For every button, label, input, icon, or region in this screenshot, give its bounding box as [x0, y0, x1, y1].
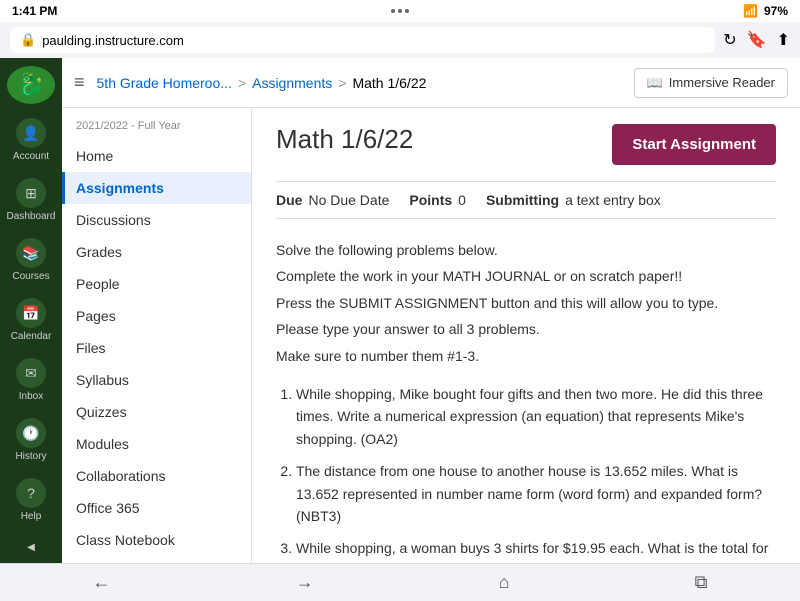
sidebar-item-discussions[interactable]: Discussions — [62, 204, 251, 236]
calendar-icon: 📅 — [16, 298, 46, 328]
sidebar-item-assignments[interactable]: Assignments — [62, 172, 251, 204]
points-item: Points 0 — [409, 192, 466, 208]
problems-list: While shopping, Mike bought four gifts a… — [276, 383, 776, 563]
sidebar-collapse-button[interactable]: ◀ — [0, 532, 62, 563]
sidebar-item-collaborations[interactable]: Collaborations — [62, 460, 251, 492]
breadcrumb-assignments: Assignments — [252, 75, 332, 91]
problem-1: While shopping, Mike bought four gifts a… — [296, 383, 776, 450]
sidebar-item-brainpop[interactable]: BrainPOP — [62, 556, 251, 563]
time-display: 1:41 PM — [12, 4, 57, 18]
points-label: Points — [409, 192, 452, 208]
desc-line-3: Press the SUBMIT ASSIGNMENT button and t… — [276, 292, 776, 314]
immersive-reader-icon: 📖 — [647, 75, 663, 91]
breadcrumb-sep1: > — [238, 75, 246, 91]
bottom-nav: ← → ⌂ ⧉ — [0, 563, 800, 601]
desc-line-2: Complete the work in your MATH JOURNAL o… — [276, 265, 776, 287]
start-assignment-button[interactable]: Start Assignment — [612, 124, 776, 165]
sidebar-item-office365[interactable]: Office 365 — [62, 492, 251, 524]
collapse-icon: ◀ — [27, 542, 35, 553]
tabs-button[interactable]: ⧉ — [675, 568, 728, 597]
sidebar-item-dashboard[interactable]: ⊞ Dashboard — [0, 172, 62, 228]
due-date-item: Due No Due Date — [276, 192, 389, 208]
sidebar-item-quizzes[interactable]: Quizzes — [62, 396, 251, 428]
share-icon[interactable]: ⬆ — [777, 30, 790, 50]
desc-line-4: Please type your answer to all 3 problem… — [276, 318, 776, 340]
desc-line-1: Solve the following problems below. — [276, 239, 776, 261]
home-button[interactable]: ⌂ — [479, 568, 530, 597]
breadcrumb-sep2: > — [338, 75, 346, 91]
sidebar-item-modules[interactable]: Modules — [62, 428, 251, 460]
sidebar-item-help[interactable]: ? Help — [0, 472, 62, 528]
year-label: 2021/2022 - Full Year — [62, 116, 251, 140]
url-bar[interactable]: 🔒 paulding.instructure.com — [10, 27, 715, 53]
assignment-description: Solve the following problems below. Comp… — [276, 239, 776, 367]
sidebar-item-grades[interactable]: Grades — [62, 236, 251, 268]
assignment-meta: Due No Due Date Points 0 Submitting a te… — [276, 181, 776, 219]
inbox-icon: ✉ — [16, 358, 46, 388]
sidebar-item-home[interactable]: Home — [62, 140, 251, 172]
sidebar-item-courses[interactable]: 📚 Courses — [0, 232, 62, 288]
sidebar-item-syllabus[interactable]: Syllabus — [62, 364, 251, 396]
top-header: ≡ 5th Grade Homeroo... > Assignments > M… — [62, 58, 800, 108]
browser-icons: ↻ 🔖 ⬆ — [723, 30, 790, 50]
desc-line-5: Make sure to number them #1-3. — [276, 345, 776, 367]
header-area: Math 1/6/22 Start Assignment — [276, 124, 776, 165]
main-content: Math 1/6/22 Start Assignment Due No Due … — [252, 108, 800, 563]
back-button[interactable]: ← — [73, 568, 131, 597]
logo: 🐉 — [7, 66, 55, 104]
left-sidebar: 🐉 👤 Account ⊞ Dashboard 📚 Courses 📅 Cale… — [0, 58, 62, 563]
submitting-label: Submitting — [486, 192, 559, 208]
status-bar: 1:41 PM 📶 97% — [0, 0, 800, 22]
battery-display: 97% — [764, 4, 788, 18]
immersive-reader-button[interactable]: 📖 Immersive Reader — [634, 68, 788, 98]
browser-bar: 🔒 paulding.instructure.com ↻ 🔖 ⬆ — [0, 22, 800, 58]
account-icon: 👤 — [16, 118, 46, 148]
due-value: No Due Date — [308, 192, 389, 208]
sidebar-item-files[interactable]: Files — [62, 332, 251, 364]
course-sidebar: 2021/2022 - Full Year Home Assignments D… — [62, 108, 252, 563]
sidebar-item-account[interactable]: 👤 Account — [0, 112, 62, 168]
dashboard-icon: ⊞ — [16, 178, 46, 208]
sidebar-item-pages[interactable]: Pages — [62, 300, 251, 332]
sidebar-item-calendar[interactable]: 📅 Calendar — [0, 292, 62, 348]
help-icon: ? — [16, 478, 46, 508]
submitting-value: a text entry box — [565, 192, 661, 208]
problem-2: The distance from one house to another h… — [296, 460, 776, 527]
submitting-item: Submitting a text entry box — [486, 192, 661, 208]
bookmark-icon[interactable]: 🔖 — [747, 30, 767, 50]
breadcrumb: 5th Grade Homeroo... > Assignments > Mat… — [97, 75, 427, 91]
app-container: 🐉 👤 Account ⊞ Dashboard 📚 Courses 📅 Cale… — [0, 58, 800, 563]
url-text: paulding.instructure.com — [42, 33, 184, 48]
reload-icon[interactable]: ↻ — [723, 30, 736, 50]
lock-icon: 🔒 — [20, 32, 36, 48]
sidebar-item-people[interactable]: People — [62, 268, 251, 300]
page-title: Math 1/6/22 — [276, 124, 413, 155]
hamburger-icon[interactable]: ≡ — [74, 72, 85, 93]
sidebar-item-inbox[interactable]: ✉ Inbox — [0, 352, 62, 408]
breadcrumb-current: Math 1/6/22 — [352, 75, 426, 91]
course-name-link[interactable]: 5th Grade Homeroo... — [97, 75, 232, 91]
points-value: 0 — [458, 192, 466, 208]
history-icon: 🕐 — [16, 418, 46, 448]
sidebar-item-history[interactable]: 🕐 History — [0, 412, 62, 468]
problem-3: While shopping, a woman buys 3 shirts fo… — [296, 537, 776, 563]
courses-icon: 📚 — [16, 238, 46, 268]
status-icons: 📶 97% — [743, 4, 788, 18]
dots-menu — [385, 9, 415, 13]
forward-button[interactable]: → — [276, 568, 334, 597]
sidebar-item-classnotebook[interactable]: Class Notebook — [62, 524, 251, 556]
due-label: Due — [276, 192, 302, 208]
wifi-icon: 📶 — [743, 4, 758, 18]
